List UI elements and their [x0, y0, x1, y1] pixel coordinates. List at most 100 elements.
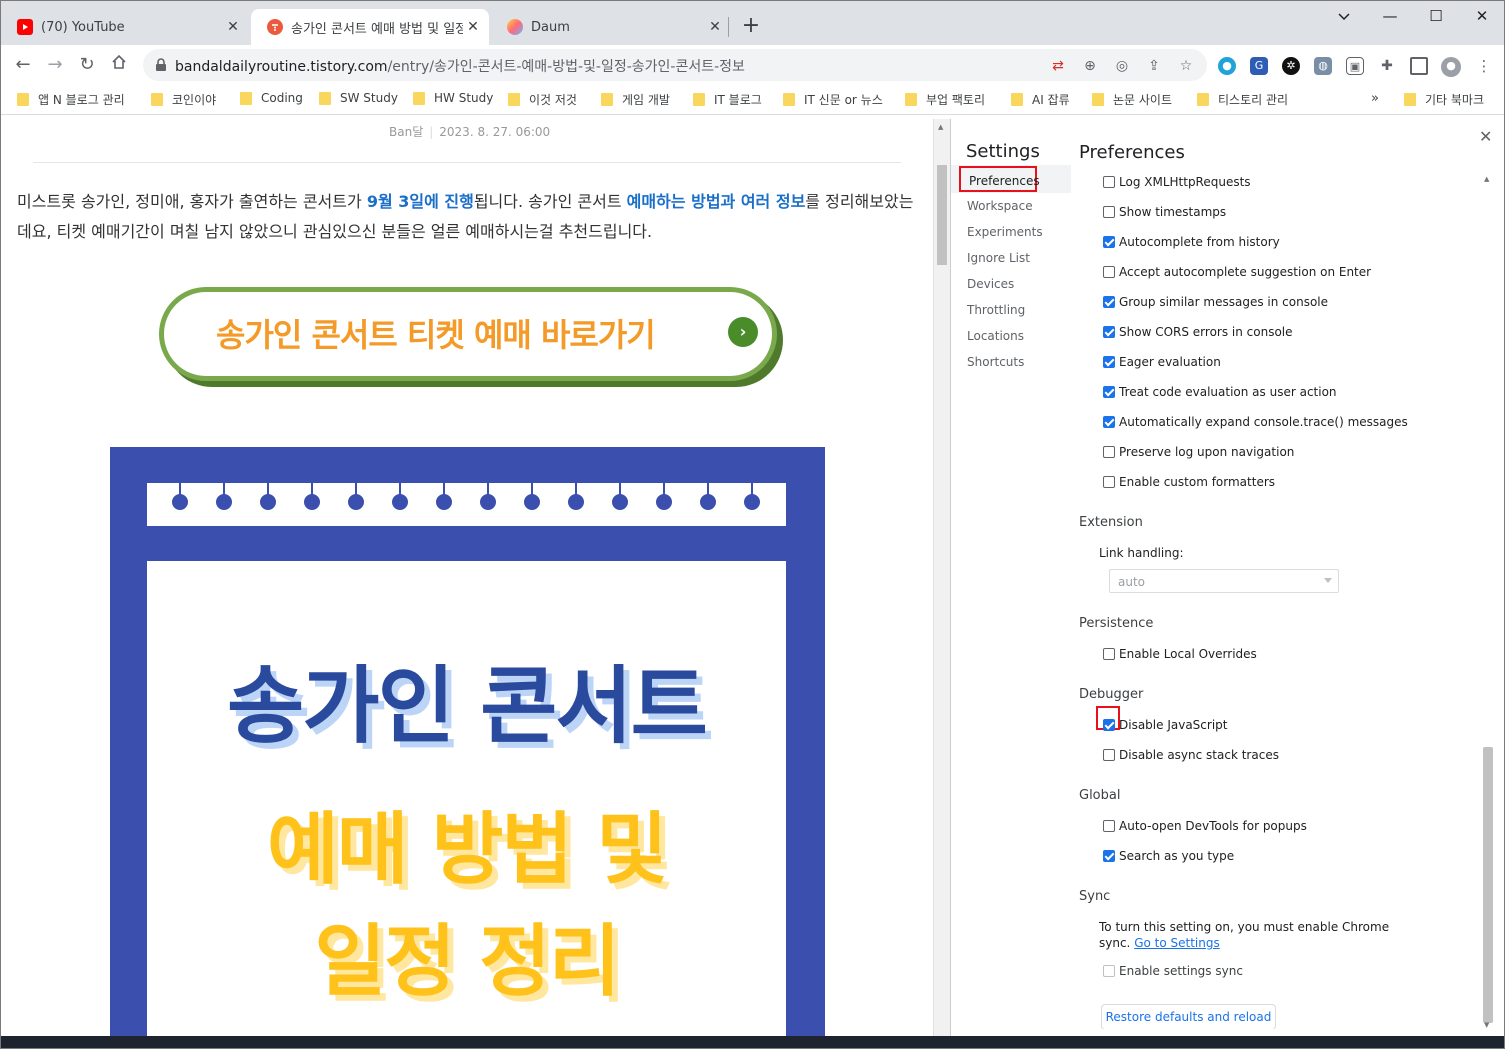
bookmark-folder[interactable]: AI 잡류 — [1011, 91, 1070, 108]
sidebar-item-workspace[interactable]: Workspace — [967, 199, 1033, 213]
scroll-down-icon[interactable]: ▼ — [1484, 1021, 1489, 1029]
bookmark-folder[interactable]: SW Study — [319, 91, 398, 105]
close-tab-icon[interactable]: ✕ — [223, 19, 243, 35]
bookmark-folder[interactable]: IT 신문 or 뉴스 — [783, 91, 883, 108]
profile-avatar-icon[interactable]: ● — [1441, 57, 1461, 77]
sidebar-item-preferences[interactable]: Preferences — [959, 166, 1040, 192]
checkbox-checked[interactable] — [1103, 296, 1115, 308]
extension-capture-icon[interactable]: ▣ — [1346, 57, 1364, 75]
lock-icon[interactable] — [155, 57, 167, 71]
option-autocomplete-history[interactable]: Autocomplete from history — [1103, 235, 1280, 249]
home-button[interactable] — [105, 51, 133, 79]
checkbox-checked[interactable] — [1103, 719, 1115, 731]
option-cors-errors[interactable]: Show CORS errors in console — [1103, 325, 1293, 339]
bookmark-folder[interactable]: 앱 N 블로그 관리 — [17, 91, 125, 108]
url-text[interactable]: bandaldailyroutine.tistory.com/entry/송가인… — [175, 56, 745, 76]
option-search-as-you-type[interactable]: Search as you type — [1103, 849, 1234, 863]
bookmark-folder-other[interactable]: 기타 북마크 — [1404, 91, 1484, 108]
tab-search-icon[interactable] — [1321, 1, 1367, 31]
minimize-button[interactable]: — — [1367, 1, 1413, 31]
bookmark-folder[interactable]: 코인이야 — [151, 91, 216, 108]
close-icon[interactable]: ✕ — [1479, 127, 1492, 146]
checkbox[interactable] — [1103, 206, 1115, 218]
devtools-scrollbar[interactable]: ▲ ▼ — [1480, 175, 1493, 1031]
sidebar-item-shortcuts[interactable]: Shortcuts — [967, 355, 1024, 369]
tab-youtube[interactable]: (70) YouTube ✕ — [1, 9, 249, 45]
reload-button[interactable]: ↻ — [73, 51, 101, 79]
extensions-puzzle-icon[interactable]: ✚ — [1378, 57, 1396, 75]
option-disable-javascript[interactable]: Disable JavaScript — [1103, 718, 1227, 732]
forward-button[interactable]: → — [41, 51, 69, 79]
checkbox-checked[interactable] — [1103, 356, 1115, 368]
bookmark-folder[interactable]: 이것 저것 — [508, 91, 577, 108]
extension-globe-icon[interactable]: ◍ — [1314, 57, 1332, 75]
sidebar-item-throttling[interactable]: Throttling — [967, 303, 1025, 317]
close-tab-icon[interactable]: ✕ — [463, 19, 483, 35]
checkbox-checked[interactable] — [1103, 386, 1115, 398]
extension-openai-icon[interactable]: ✲ — [1282, 57, 1300, 75]
restore-defaults-button[interactable]: Restore defaults and reload — [1101, 1004, 1276, 1029]
checkbox[interactable] — [1103, 648, 1115, 660]
maximize-button[interactable]: ☐ — [1413, 1, 1459, 31]
bookmark-folder[interactable]: Coding — [240, 91, 303, 105]
checkbox[interactable] — [1103, 476, 1115, 488]
option-accept-autocomplete[interactable]: Accept autocomplete suggestion on Enter — [1103, 265, 1371, 279]
sidebar-item-experiments[interactable]: Experiments — [967, 225, 1043, 239]
option-preserve-log[interactable]: Preserve log upon navigation — [1103, 445, 1294, 459]
scroll-up-icon[interactable]: ▲ — [938, 123, 943, 131]
checkbox[interactable] — [1103, 266, 1115, 278]
post-author[interactable]: Ban달 — [389, 125, 423, 139]
option-user-action[interactable]: Treat code evaluation as user action — [1103, 385, 1337, 399]
eye-off-icon[interactable]: ◎ — [1113, 57, 1131, 75]
bookmark-star-icon[interactable]: ☆ — [1177, 57, 1195, 75]
extension-google-icon[interactable]: G — [1250, 57, 1268, 75]
option-disable-async[interactable]: Disable async stack traces — [1103, 748, 1279, 762]
bookmark-folder[interactable]: IT 블로그 — [693, 91, 762, 108]
scroll-up-icon[interactable]: ▲ — [1484, 175, 1489, 183]
checkbox[interactable] — [1103, 176, 1115, 188]
checkbox-checked[interactable] — [1103, 850, 1115, 862]
close-window-button[interactable]: ✕ — [1459, 1, 1504, 31]
extension-chat-icon[interactable]: ● — [1218, 57, 1236, 75]
option-eager-evaluation[interactable]: Eager evaluation — [1103, 355, 1221, 369]
sidebar-item-locations[interactable]: Locations — [967, 329, 1024, 343]
checkbox-checked[interactable] — [1103, 326, 1115, 338]
option-log-xhr[interactable]: Log XMLHttpRequests — [1103, 175, 1251, 189]
bookmarks-overflow-button[interactable]: » — [1371, 91, 1379, 106]
tab-daum[interactable]: Daum ✕ — [491, 9, 731, 45]
option-auto-open-devtools[interactable]: Auto-open DevTools for popups — [1103, 819, 1307, 833]
address-bar[interactable]: bandaldailyroutine.tistory.com/entry/송가인… — [143, 49, 1207, 81]
checkbox-disabled[interactable] — [1103, 965, 1115, 977]
checkbox[interactable] — [1103, 446, 1115, 458]
checkbox[interactable] — [1103, 820, 1115, 832]
share-icon[interactable]: ⇪ — [1145, 57, 1163, 75]
link-handling-select[interactable]: auto — [1109, 569, 1339, 593]
option-local-overrides[interactable]: Enable Local Overrides — [1103, 647, 1257, 661]
option-expand-trace[interactable]: Automatically expand console.trace() mes… — [1103, 415, 1408, 429]
bookmark-folder[interactable]: 논문 사이트 — [1092, 91, 1172, 108]
option-show-timestamps[interactable]: Show timestamps — [1103, 205, 1226, 219]
checkbox-checked[interactable] — [1103, 416, 1115, 428]
tab-active[interactable]: 송가인 콘서트 예매 방법 및 일정 ✕ — [251, 9, 489, 45]
close-tab-icon[interactable]: ✕ — [705, 19, 725, 35]
translate-icon[interactable]: ⇄ — [1049, 57, 1067, 75]
checkbox-checked[interactable] — [1103, 236, 1115, 248]
option-custom-formatters[interactable]: Enable custom formatters — [1103, 475, 1275, 489]
page-scrollbar[interactable]: ▲ — [933, 119, 950, 1036]
back-button[interactable]: ← — [9, 51, 37, 79]
bookmark-folder[interactable]: 부업 팩토리 — [905, 91, 985, 108]
scroll-thumb[interactable] — [1483, 747, 1493, 1023]
checkbox[interactable] — [1103, 749, 1115, 761]
option-settings-sync[interactable]: Enable settings sync — [1103, 964, 1243, 978]
menu-kebab-icon[interactable]: ⋮ — [1475, 57, 1493, 75]
bookmark-folder[interactable]: 게임 개발 — [601, 91, 670, 108]
bookmark-folder[interactable]: HW Study — [413, 91, 493, 105]
sidebar-item-devices[interactable]: Devices — [967, 277, 1014, 291]
side-panel-icon[interactable] — [1410, 57, 1428, 75]
bookmark-folder[interactable]: 티스토리 관리 — [1197, 91, 1288, 108]
zoom-icon[interactable]: ⊕ — [1081, 57, 1099, 75]
new-tab-button[interactable]: + — [737, 13, 765, 41]
option-group-similar[interactable]: Group similar messages in console — [1103, 295, 1328, 309]
ticket-booking-button[interactable]: 송가인 콘서트 티켓 예매 바로가기 › — [159, 287, 777, 381]
sidebar-item-ignore-list[interactable]: Ignore List — [967, 251, 1030, 265]
